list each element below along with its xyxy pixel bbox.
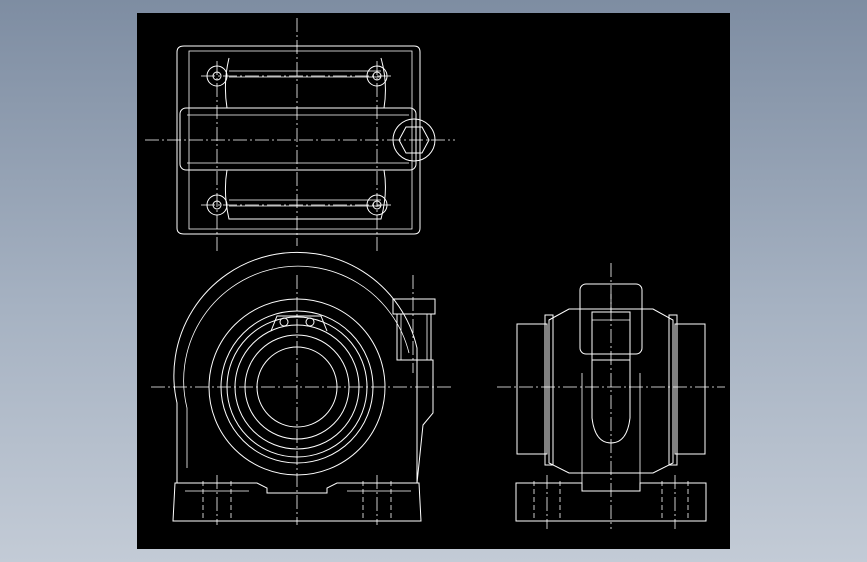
- drawing-canvas[interactable]: [137, 13, 730, 549]
- bearing-drawing-svg: [137, 13, 730, 549]
- cad-viewer: [0, 0, 867, 562]
